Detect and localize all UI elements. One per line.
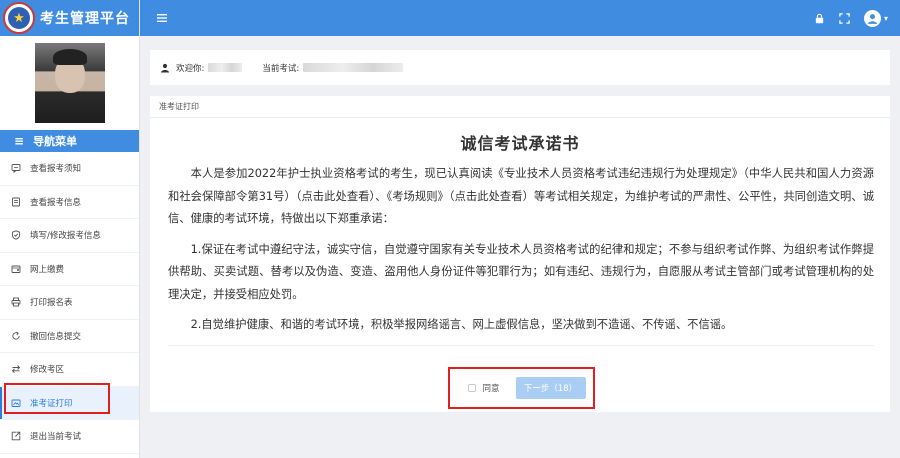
sidebar: ★ 考生管理平台 ≡ 导航菜单 查看报考须知 查看报考信息 填写/修改报考信息	[0, 0, 140, 458]
checkbox-box[interactable]	[468, 384, 477, 392]
user-avatar-icon	[863, 9, 881, 27]
breadcrumb: 准考证打印	[150, 96, 890, 118]
lock-icon[interactable]	[814, 13, 825, 24]
app-title: 考生管理平台	[40, 11, 130, 27]
agree-checkbox[interactable]: 同意	[468, 382, 500, 394]
fullscreen-icon[interactable]	[839, 12, 850, 24]
top-right-tools: ▾	[800, 0, 888, 36]
undo-icon	[11, 331, 21, 341]
avatar-container	[0, 36, 139, 130]
sidebar-item-exam-notice[interactable]: 查看报考须知	[0, 152, 139, 186]
agree-label: 同意	[482, 384, 500, 394]
shield-check-icon	[11, 230, 21, 240]
printer-icon	[11, 297, 21, 307]
nav-header: ≡ 导航菜单	[0, 130, 139, 152]
logo: ★	[3, 2, 35, 34]
sidebar-item-edit-info[interactable]: 填写/修改报考信息	[0, 219, 139, 253]
sidebar-item-label: 网上缴费	[30, 264, 65, 275]
sidebar-item-payment[interactable]: 网上缴费	[0, 253, 139, 286]
caret-down-icon: ▾	[883, 13, 888, 23]
sidebar-item-label: 填写/修改报考信息	[30, 231, 101, 242]
hamburger-menu-icon[interactable]	[151, 7, 173, 29]
brand-bar: ★ 考生管理平台	[0, 0, 139, 36]
sidebar-item-label: 修改考区	[30, 365, 65, 376]
current-exam-label: 当前考试:	[262, 63, 300, 74]
pledge-paragraph-intro: 本人是参加2022年护士执业资格考试的考生，现已认真阅读《专业技术人员资格考试违…	[168, 167, 874, 225]
menu-icon: ≡	[14, 134, 25, 148]
pledge-paragraph-2: 2.自觉维护健康、和谐的考试环境，积极举报网络谣言、网上虚假信息，坚决做到不造谣…	[190, 318, 733, 331]
sidebar-item-admission-ticket[interactable]: 准考证打印	[0, 386, 139, 420]
exit-icon	[11, 431, 21, 441]
welcome-bar: 欢迎你: 当前考试:	[150, 50, 890, 85]
sidebar-item-label: 退出当前考试	[30, 432, 82, 443]
user-icon	[161, 63, 169, 72]
avatar	[34, 43, 105, 123]
sidebar-item-withdraw[interactable]: 撤回信息提交	[0, 320, 139, 353]
sidebar-item-print-form[interactable]: 打印报名表	[0, 286, 139, 320]
welcome-label: 欢迎你:	[176, 63, 205, 74]
sidebar-item-label: 查看报考信息	[30, 197, 82, 208]
wallet-icon	[11, 264, 21, 274]
sidebar-item-label: 撤回信息提交	[30, 331, 82, 342]
nav-list: 查看报考须知 查看报考信息 填写/修改报考信息 网上缴费 打印报名表 撤回信息提…	[0, 152, 139, 454]
pledge-card: 准考证打印 诚信考试承诺书 本人是参加2022年护士执业资格考试的考生，现已认真…	[150, 96, 890, 412]
sidebar-item-label: 打印报名表	[30, 298, 73, 309]
star-icon: ★	[8, 7, 30, 29]
pledge-text: 本人是参加2022年护士执业资格考试的考生，现已认真阅读《专业技术人员资格考试违…	[150, 163, 890, 346]
top-bar: ▾	[140, 0, 900, 36]
document-icon	[11, 197, 21, 207]
user-menu[interactable]: ▾	[863, 9, 888, 27]
sidebar-item-exam-info[interactable]: 查看报考信息	[0, 186, 139, 219]
next-step-button[interactable]: 下一步（18）	[515, 377, 586, 399]
ticket-icon	[11, 398, 21, 408]
sidebar-item-change-area[interactable]: 修改考区	[0, 353, 139, 387]
page-title: 诚信考试承诺书	[460, 134, 580, 153]
divider	[168, 344, 874, 346]
action-row: 同意 下一步（18）	[150, 377, 890, 399]
redacted-exam-name	[303, 63, 404, 72]
pledge-paragraph-1: 1.保证在考试中遵纪守法，诚实守信，自觉遵守国家有关专业技术人员资格考试的纪律和…	[168, 242, 874, 301]
message-icon	[11, 163, 21, 174]
sidebar-item-label: 查看报考须知	[30, 164, 82, 175]
redacted-username	[208, 63, 243, 72]
nav-header-label: 导航菜单	[33, 135, 78, 148]
sidebar-item-label: 准考证打印	[30, 398, 73, 409]
swap-icon	[11, 364, 21, 374]
sidebar-item-exit-exam[interactable]: 退出当前考试	[0, 420, 139, 454]
